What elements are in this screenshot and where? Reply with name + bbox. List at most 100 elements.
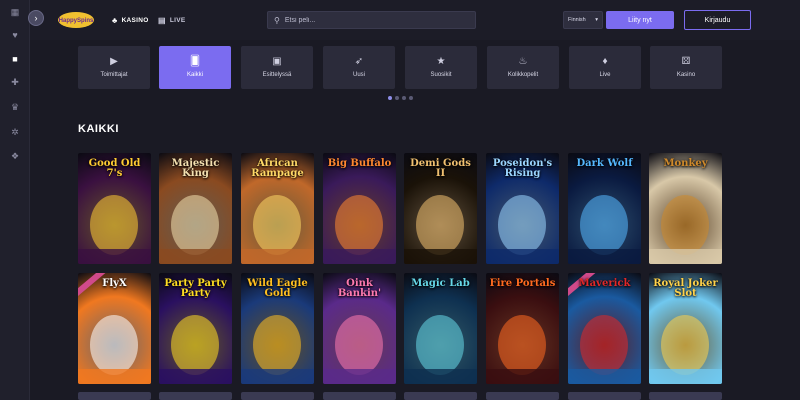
game-tile[interactable]: Poseidon's Rising	[486, 153, 559, 264]
game-artwork-figure	[416, 315, 464, 375]
category-kaikki[interactable]: 🂠 Kaikki	[159, 46, 231, 89]
game-artwork-figure	[416, 195, 464, 255]
top-header: HappySpins ♣ KASINO ▤ LIVE ⚲ Finnish ▾ L…	[30, 0, 800, 40]
cherry-icon: ♨	[518, 56, 528, 67]
category-suosikit[interactable]: ★ Suosikit	[405, 46, 477, 89]
support-icon[interactable]: ❖	[9, 150, 21, 162]
rocket-icon: ➶	[354, 56, 364, 67]
game-tile[interactable]	[78, 392, 151, 400]
category-kasino[interactable]: ⚄ Kasino	[650, 46, 722, 89]
game-tile[interactable]: Magic Lab	[404, 273, 477, 384]
live-cards-icon: ▤	[158, 15, 166, 25]
category-label: Suosikit	[430, 72, 452, 78]
game-tile[interactable]: Royal Joker Slot	[649, 273, 722, 384]
game-tile[interactable]	[568, 392, 641, 400]
game-tile[interactable]: Maverick	[568, 273, 641, 384]
nav-live[interactable]: ▤ LIVE	[158, 14, 186, 26]
game-artwork-figure	[253, 195, 301, 255]
game-title: African Rampage	[251, 158, 304, 179]
search-input[interactable]	[284, 16, 465, 24]
game-title: Magic Lab	[411, 278, 470, 289]
game-tile[interactable]	[323, 392, 396, 400]
game-tile[interactable]: Oink Bankin'	[323, 273, 396, 384]
carousel-dot[interactable]	[395, 96, 399, 100]
game-tile[interactable]: Dark Wolf	[568, 153, 641, 264]
carousel-dots	[388, 96, 413, 100]
dice-icon: ⚄	[681, 56, 691, 67]
settings-icon[interactable]: ✲	[9, 126, 21, 138]
sidebar-toggle-button[interactable]: ›	[28, 10, 44, 26]
trophy-icon[interactable]: ♛	[9, 101, 21, 113]
category-label: Live	[599, 72, 611, 78]
search-bar[interactable]: ⚲	[267, 11, 476, 29]
game-title: Demi Gods II	[410, 158, 471, 179]
game-artwork-ground	[241, 369, 314, 384]
language-select[interactable]: Finnish ▾	[563, 11, 603, 29]
game-artwork-figure	[253, 315, 301, 375]
game-title: Maverick	[578, 278, 631, 289]
category-uusi[interactable]: ➶ Uusi	[323, 46, 395, 89]
login-button[interactable]: Kirjaudu	[684, 10, 751, 30]
game-artwork-ground	[568, 369, 641, 384]
join-button[interactable]: Liity nyt	[606, 11, 674, 29]
game-title: Monkey	[663, 158, 708, 169]
game-artwork-ground	[159, 249, 232, 264]
nav-kasino[interactable]: ♣ KASINO	[112, 14, 149, 26]
grid-icon[interactable]: ▦	[9, 6, 21, 18]
heart-icon[interactable]: ♥	[9, 29, 21, 41]
game-artwork	[323, 195, 396, 264]
category-live[interactable]: ♦ Live	[569, 46, 641, 89]
game-artwork-ground	[404, 249, 477, 264]
site-logo[interactable]: HappySpins	[56, 8, 96, 32]
game-artwork	[568, 315, 641, 384]
game-artwork-figure	[171, 315, 219, 375]
game-tile[interactable]: Majestic King	[159, 153, 232, 264]
category-kolikkopelit[interactable]: ♨ Kolikkopelit	[487, 46, 559, 89]
game-tile[interactable]: Demi Gods II	[404, 153, 477, 264]
game-title: Oink Bankin'	[337, 278, 382, 299]
category-toimittajat[interactable]: ▶ Toimittajat	[78, 46, 150, 89]
game-artwork-ground	[78, 249, 151, 264]
game-artwork-figure	[580, 315, 628, 375]
game-tile[interactable]: African Rampage	[241, 153, 314, 264]
game-title: Majestic King	[171, 158, 220, 179]
category-esittelyssa[interactable]: ▣ Esittelyssä	[241, 46, 313, 89]
game-tile[interactable]	[649, 392, 722, 400]
gift-icon[interactable]: ✚	[9, 76, 21, 88]
game-tile[interactable]: Fire Portals	[486, 273, 559, 384]
game-tile[interactable]	[486, 392, 559, 400]
star-icon: ★	[436, 56, 446, 67]
category-label: Toimittajat	[100, 72, 128, 78]
carousel-dot[interactable]	[409, 96, 413, 100]
carousel-dot[interactable]	[388, 96, 392, 100]
game-tile[interactable]: Good Old 7's	[78, 153, 151, 264]
game-tile[interactable]	[241, 392, 314, 400]
game-artwork-figure	[661, 315, 709, 375]
game-tile[interactable]: Monkey	[649, 153, 722, 264]
game-artwork-figure	[580, 195, 628, 255]
game-title: Poseidon's Rising	[492, 158, 553, 179]
section-title: KAIKKI	[78, 123, 119, 135]
carousel-dot[interactable]	[402, 96, 406, 100]
game-tile[interactable]: Party Party Party	[159, 273, 232, 384]
game-artwork-ground	[486, 249, 559, 264]
game-artwork-ground	[323, 249, 396, 264]
game-artwork	[568, 195, 641, 264]
sidebar: ▦ ♥ ■ ✚ ♛ ✲ ❖	[0, 0, 30, 400]
game-tile[interactable]: Big Buffalo	[323, 153, 396, 264]
chat-icon[interactable]: ■	[9, 53, 21, 65]
flame-icon: ♦	[602, 56, 608, 67]
nav-kasino-label: KASINO	[121, 16, 149, 24]
game-artwork-ground	[486, 369, 559, 384]
game-tile[interactable]: FlyX	[78, 273, 151, 384]
game-tile[interactable]	[159, 392, 232, 400]
chevron-right-icon: ›	[34, 13, 38, 23]
game-title: Dark Wolf	[576, 158, 633, 169]
caret-down-icon: ▾	[595, 17, 598, 23]
game-title: Royal Joker Slot	[653, 278, 718, 299]
game-artwork	[404, 315, 477, 384]
game-tile[interactable]: Wild Eagle Gold	[241, 273, 314, 384]
game-title: Good Old 7's	[88, 158, 141, 179]
game-tile[interactable]	[404, 392, 477, 400]
game-artwork-figure	[498, 315, 546, 375]
